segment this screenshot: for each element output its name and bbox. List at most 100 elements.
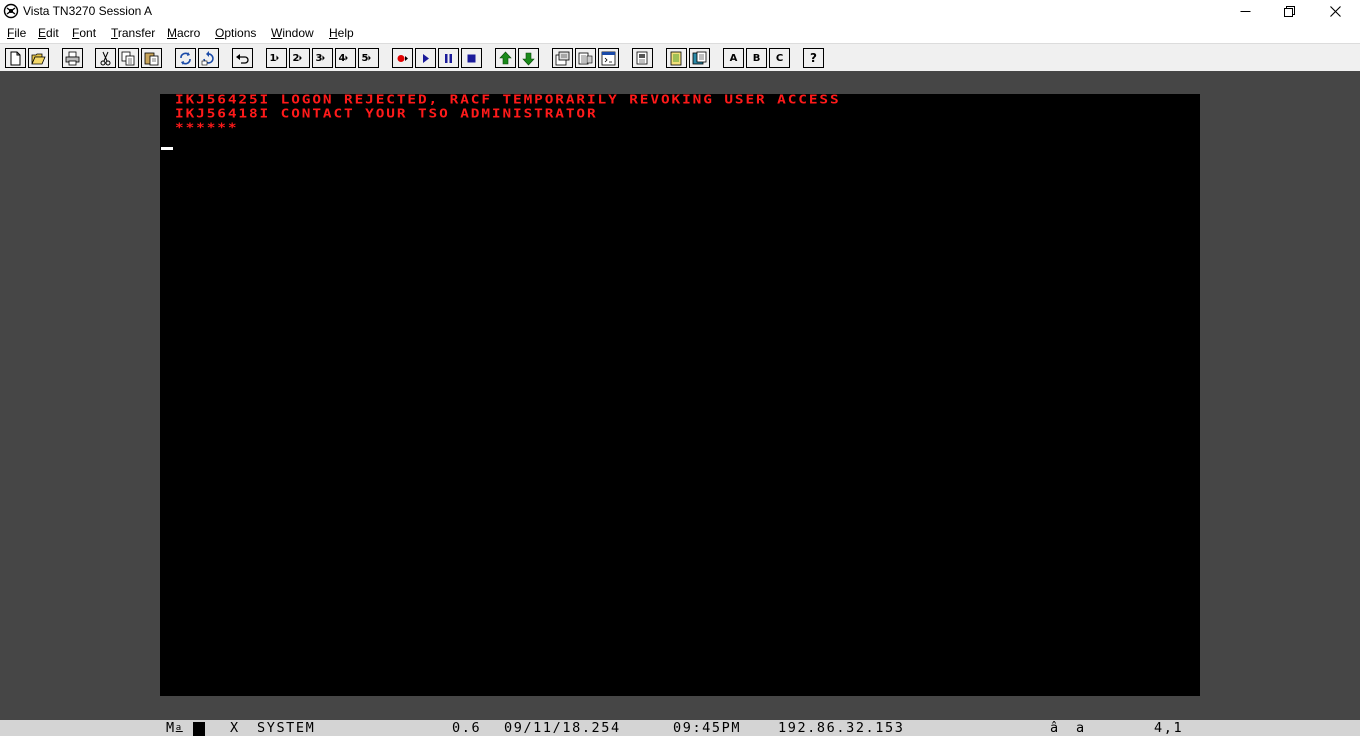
play-arrow-icon: [276, 55, 280, 61]
open-button[interactable]: [28, 48, 49, 68]
play-arrow-icon: [368, 55, 372, 61]
play-macro-button[interactable]: [415, 48, 436, 68]
close-button[interactable]: [1312, 0, 1358, 22]
status-cursor-position: 4,1: [1154, 720, 1184, 736]
menu-bar: File Edit Font Transfer Macro Options Wi…: [0, 23, 1360, 43]
status-system: SYSTEM: [257, 720, 316, 736]
terminal-line-1: IKJ56425I LOGON REJECTED, RACF TEMPORARI…: [175, 93, 841, 107]
menu-font-label: ont: [79, 26, 97, 40]
print-button[interactable]: [62, 48, 83, 68]
key-c-label: C: [775, 52, 784, 64]
arrow-down-icon: [522, 52, 535, 65]
close-icon: [1329, 5, 1341, 17]
status-date: 09/11/18.254: [504, 720, 621, 736]
notepad-icon: [670, 51, 682, 65]
restore-icon: [1283, 5, 1295, 17]
paste-button[interactable]: [141, 48, 162, 68]
macro-4-label: 4: [338, 52, 346, 64]
status-input-inhibited: X: [230, 720, 240, 736]
scissors-icon: [100, 51, 111, 65]
status-mode-sup: a: [175, 723, 183, 733]
key-a-button[interactable]: A: [723, 48, 744, 68]
minimize-button[interactable]: [1222, 0, 1268, 22]
key-b-button[interactable]: B: [746, 48, 767, 68]
help-button[interactable]: ?: [803, 48, 824, 68]
terminal-cursor: [161, 147, 173, 150]
new-session-button[interactable]: [5, 48, 26, 68]
properties-icon: [555, 51, 570, 65]
reconnect-button[interactable]: [175, 48, 196, 68]
toolbar: 1 2 3 4 5 A B C ?: [0, 43, 1360, 71]
status-insert-indicator: a: [1076, 720, 1086, 736]
copy-button[interactable]: [118, 48, 139, 68]
terminal-screen[interactable]: IKJ56425I LOGON REJECTED, RACF TEMPORARI…: [160, 94, 1200, 696]
play-arrow-icon: [345, 55, 349, 61]
menu-macro[interactable]: Macro: [167, 26, 200, 40]
macro-1-label: 1: [269, 52, 277, 64]
menu-macro-accel: M: [167, 26, 177, 40]
play-arrow-icon: [299, 55, 303, 61]
log-book-icon: [692, 51, 707, 64]
macro-4-button[interactable]: 4: [335, 48, 356, 68]
screen-capture-button[interactable]: [632, 48, 653, 68]
record-macro-button[interactable]: [392, 48, 413, 68]
session-properties-button[interactable]: [552, 48, 573, 68]
key-c-button[interactable]: C: [769, 48, 790, 68]
workspace-area: IKJ56425I LOGON REJECTED, RACF TEMPORARI…: [0, 71, 1360, 720]
keyboard-map-button[interactable]: [575, 48, 596, 68]
menu-transfer-accel: T: [111, 26, 118, 40]
menu-help[interactable]: Help: [329, 26, 354, 40]
menu-file[interactable]: File: [7, 26, 26, 40]
macro-1-button[interactable]: 1: [266, 48, 287, 68]
notes-button[interactable]: [666, 48, 687, 68]
status-mode: Ma: [166, 721, 183, 736]
printer-icon: [65, 51, 80, 65]
macro-3-button[interactable]: 3: [312, 48, 333, 68]
upload-button[interactable]: [495, 48, 516, 68]
stop-icon: [467, 54, 476, 62]
color-settings-button[interactable]: [598, 48, 619, 68]
reset-button[interactable]: [198, 48, 219, 68]
menu-window-accel: W: [271, 26, 283, 40]
menu-edit-accel: E: [38, 26, 47, 40]
terminal-line-3: ******: [175, 121, 239, 135]
paste-clipboard-icon: [144, 52, 159, 65]
menu-macro-label: acro: [177, 26, 201, 40]
menu-edit[interactable]: Edit: [38, 26, 59, 40]
screen-copy-icon: [636, 51, 648, 64]
cut-button[interactable]: [95, 48, 116, 68]
log-button[interactable]: [689, 48, 710, 68]
macro-2-button[interactable]: 2: [289, 48, 310, 68]
menu-window-label: indow: [282, 26, 314, 40]
record-icon: [397, 54, 408, 62]
window-title: Vista TN3270 Session A: [23, 4, 152, 18]
status-shift-indicator: â: [1050, 720, 1060, 736]
status-version: 0.6: [452, 720, 482, 736]
download-button[interactable]: [518, 48, 539, 68]
tn3270-app-window: Vista TN3270 Session A File Edit Font Tr…: [0, 0, 1360, 736]
minimize-icon: [1240, 10, 1250, 12]
menu-window[interactable]: Window: [271, 26, 314, 40]
display-settings-icon: [601, 51, 616, 65]
macro-5-label: 5: [361, 52, 369, 64]
play-icon: [423, 53, 429, 63]
terminal-app-icon[interactable]: [3, 3, 19, 19]
menu-transfer[interactable]: Transfer: [111, 26, 155, 40]
macro-5-button[interactable]: 5: [358, 48, 379, 68]
stop-macro-button[interactable]: [461, 48, 482, 68]
menu-options-accel: O: [215, 26, 225, 40]
operator-info-area: Ma X SYSTEM 0.6 09/11/18.254 09:45PM 192…: [0, 720, 1360, 736]
macro-3-label: 3: [315, 52, 323, 64]
keyboard-icon: [578, 52, 593, 64]
new-document-icon: [10, 51, 21, 65]
status-mode-letter: M: [166, 720, 176, 736]
menu-font[interactable]: Font: [72, 26, 96, 40]
menu-options[interactable]: Options: [215, 26, 256, 40]
menu-transfer-label: ransfer: [117, 26, 156, 40]
pause-macro-button[interactable]: [438, 48, 459, 68]
help-icon: ?: [810, 51, 817, 65]
title-bar: Vista TN3270 Session A: [0, 0, 1360, 23]
undo-button[interactable]: [232, 48, 253, 68]
copy-icon: [121, 51, 135, 65]
restore-button[interactable]: [1266, 0, 1312, 22]
